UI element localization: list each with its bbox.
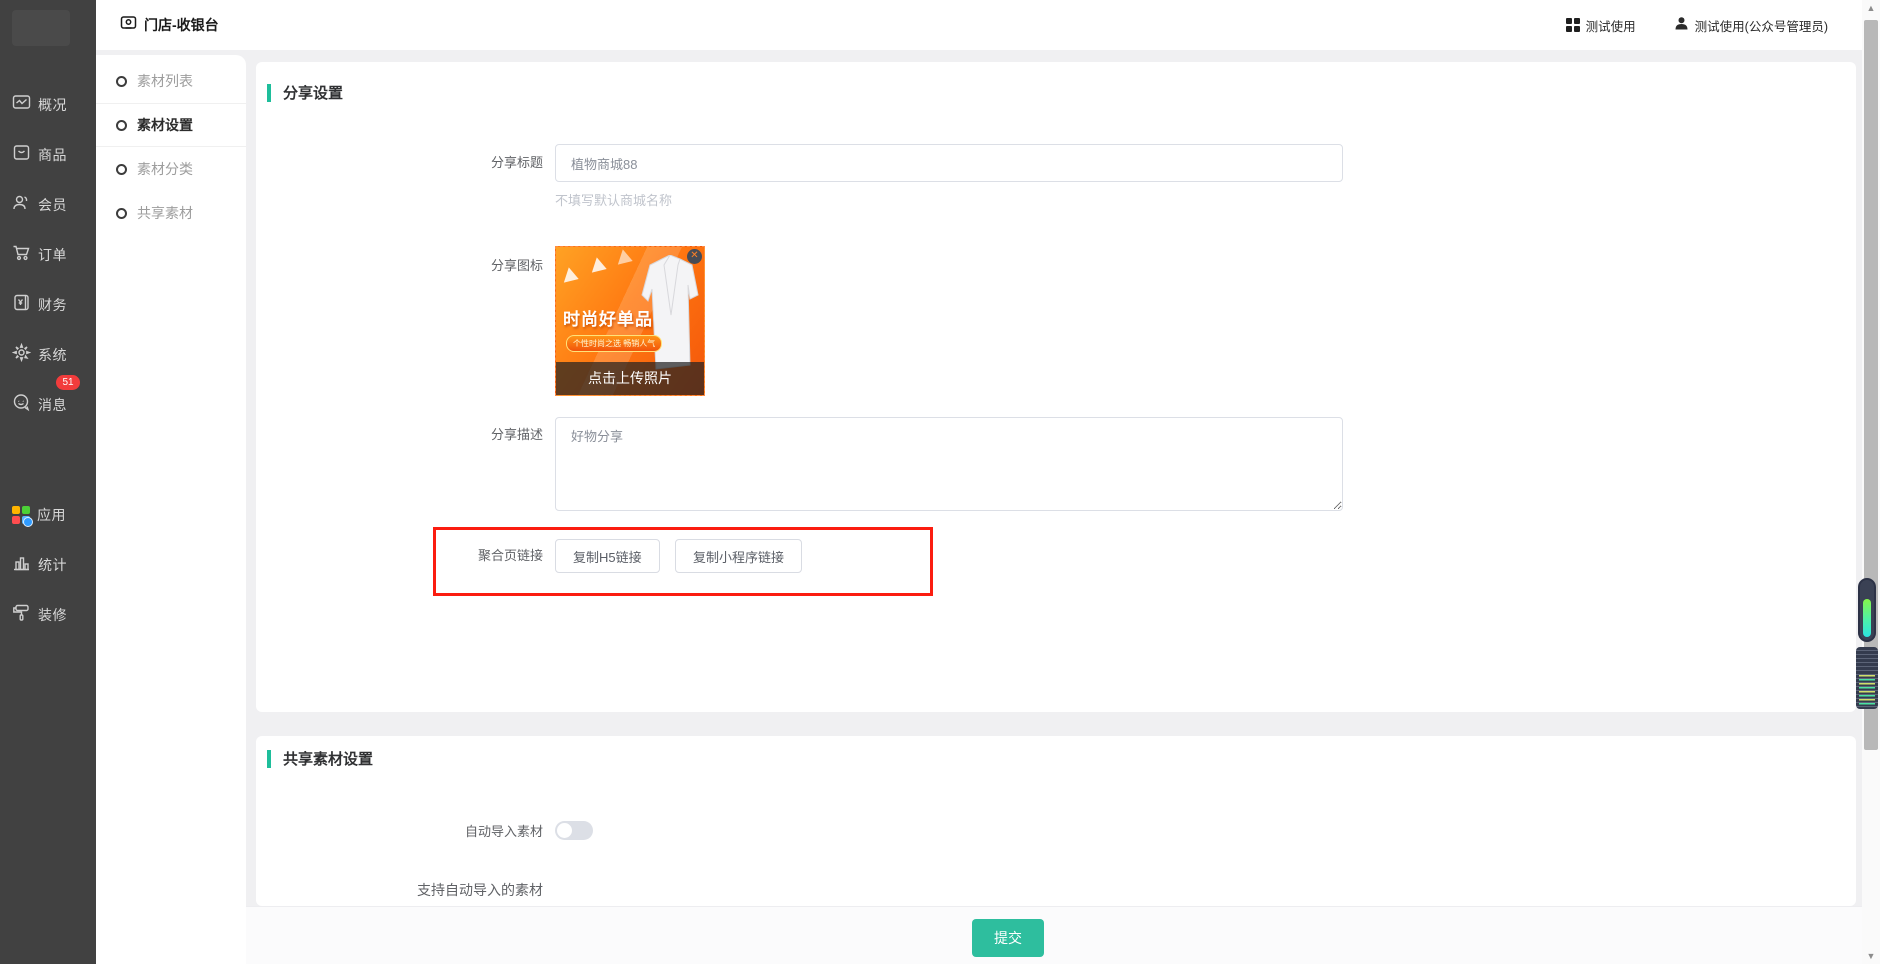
toggle-knob — [557, 823, 572, 838]
section-title-text: 共享素材设置 — [283, 751, 374, 768]
promo-badge: 个性时尚之选 畅销人气 — [566, 335, 663, 352]
message-count-badge: 51 — [56, 375, 80, 390]
circle-icon — [116, 119, 127, 131]
workspace-label: 测试使用 — [1585, 19, 1636, 34]
goods-icon — [12, 143, 31, 167]
sidebar-item-label: 订单 — [38, 247, 67, 263]
aggregate-link-label: 聚合页链接 — [477, 548, 543, 563]
sidebar-item-orders[interactable]: 订单 — [0, 230, 96, 280]
copy-h5-link-button[interactable]: 复制H5链接 — [555, 539, 660, 573]
sidebar-item-overview[interactable]: 概况 — [0, 80, 96, 130]
circle-icon — [116, 75, 127, 87]
extension-meter-pill — [1858, 578, 1876, 642]
page-title-wrap: 门店-收银台 — [120, 14, 219, 36]
submit-button[interactable]: 提交 — [972, 919, 1044, 957]
sidebar-item-finance[interactable]: 财务 — [0, 280, 96, 330]
sidebar-item-label: 财务 — [38, 297, 67, 313]
share-desc-label: 分享描述 — [490, 427, 543, 442]
share-title-hint: 不填写默认商城名称 — [555, 193, 673, 208]
sidebar-item-apps[interactable]: 应用 — [0, 490, 96, 540]
sidebar-item-label: 装修 — [38, 607, 67, 623]
sidebar-item-label: 消息 — [38, 397, 67, 413]
app-root: 概况 商品 会员 订单 财务 系统 消息 51 应用 统计 装修 门店-收银台 … — [0, 0, 1880, 964]
sidebar-item-label: 商品 — [38, 147, 67, 163]
decorate-icon — [12, 603, 31, 627]
submenu-item-label: 素材列表 — [137, 73, 193, 89]
members-icon — [12, 193, 31, 217]
apps-icon — [12, 506, 33, 527]
sidebar-item-message[interactable]: 消息 51 — [0, 375, 96, 430]
logo-placeholder — [12, 10, 70, 46]
user-icon — [1674, 16, 1689, 34]
upload-overlay[interactable]: 点击上传照片 — [556, 362, 704, 395]
main-nav: 概况 商品 会员 订单 财务 系统 消息 51 应用 统计 装修 — [0, 80, 96, 640]
auto-import-support-text: 支持自动导入的素材 — [417, 882, 543, 898]
promo-headline: 时尚好单品 — [563, 310, 653, 329]
section-accent-bar — [267, 749, 271, 768]
orders-icon — [12, 243, 31, 267]
system-icon — [11, 342, 32, 367]
share-settings-panel: 分享设置 分享标题 不填写默认商城名称 分享图标 时尚好单品 个性时尚之选 畅销… — [256, 62, 1856, 712]
user-label: 测试使用(公众号管理员) — [1694, 19, 1828, 34]
meter-lines — [1859, 675, 1875, 705]
sidebar-item-label: 统计 — [38, 557, 67, 573]
extension-meter-bars — [1856, 647, 1878, 709]
share-icon-uploader[interactable]: 时尚好单品 个性时尚之选 畅销人气 点击上传照片 ✕ — [555, 246, 705, 396]
scroll-down-icon[interactable]: ▼ — [1862, 951, 1880, 961]
finance-icon — [12, 293, 31, 317]
share-title-label: 分享标题 — [490, 155, 543, 170]
circle-icon — [116, 163, 127, 175]
submenu-item-shared-material[interactable]: 共享素材 — [96, 191, 246, 235]
top-header: 门店-收银台 测试使用 测试使用(公众号管理员) — [96, 0, 1862, 50]
scroll-up-icon[interactable]: ▲ — [1862, 3, 1880, 13]
submenu-item-label: 共享素材 — [137, 205, 193, 221]
message-icon — [12, 393, 31, 417]
section-accent-bar — [267, 83, 271, 102]
meter-fill — [1863, 599, 1871, 637]
sidebar-item-label: 会员 — [38, 197, 67, 213]
stats-icon — [12, 553, 31, 577]
copy-miniprogram-link-button[interactable]: 复制小程序链接 — [675, 539, 803, 573]
header-right: 测试使用 测试使用(公众号管理员) — [1566, 16, 1862, 35]
submenu-item-label: 素材设置 — [137, 117, 193, 133]
sidebar-item-label: 系统 — [38, 347, 67, 363]
submit-bar: 提交 — [246, 906, 1862, 964]
sidebar-item-members[interactable]: 会员 — [0, 180, 96, 230]
remove-image-button[interactable]: ✕ — [687, 249, 702, 264]
sidebar-item-label: 概况 — [38, 97, 67, 113]
share-desc-textarea[interactable]: 好物分享 — [555, 417, 1343, 511]
submenu-panel: 素材列表 素材设置 素材分类 共享素材 — [96, 55, 246, 964]
share-title-input[interactable] — [555, 144, 1343, 182]
submenu-item-label: 素材分类 — [137, 161, 193, 177]
submenu-item-material-settings[interactable]: 素材设置 — [96, 103, 246, 147]
store-icon — [120, 14, 137, 36]
submenu-item-material-list[interactable]: 素材列表 — [96, 59, 246, 103]
section-title-share: 分享设置 — [267, 82, 343, 103]
circle-icon — [116, 207, 127, 219]
sidebar-item-label: 应用 — [37, 507, 66, 523]
main-sidebar: 概况 商品 会员 订单 财务 系统 消息 51 应用 统计 装修 — [0, 0, 96, 964]
overview-icon — [12, 93, 31, 117]
section-title-text: 分享设置 — [283, 85, 344, 102]
shared-material-panel: 共享素材设置 自动导入素材 支持自动导入的素材 — [256, 736, 1856, 906]
sidebar-item-stats[interactable]: 统计 — [0, 540, 96, 590]
auto-import-label: 自动导入素材 — [464, 824, 543, 839]
page-title: 门店-收银台 — [144, 17, 219, 33]
sidebar-item-decorate[interactable]: 装修 — [0, 590, 96, 640]
share-icon-label: 分享图标 — [490, 258, 543, 273]
sidebar-item-goods[interactable]: 商品 — [0, 130, 96, 180]
auto-import-toggle[interactable] — [555, 821, 593, 840]
vertical-scrollbar[interactable]: ▲ ▼ — [1862, 0, 1880, 964]
grid-icon — [1566, 18, 1580, 32]
user-menu[interactable]: 测试使用(公众号管理员) — [1674, 16, 1828, 35]
submenu-item-material-category[interactable]: 素材分类 — [96, 147, 246, 191]
workspace-switcher[interactable]: 测试使用 — [1566, 16, 1636, 35]
section-title-shared: 共享素材设置 — [267, 748, 373, 769]
sidebar-item-system[interactable]: 系统 — [0, 330, 96, 380]
